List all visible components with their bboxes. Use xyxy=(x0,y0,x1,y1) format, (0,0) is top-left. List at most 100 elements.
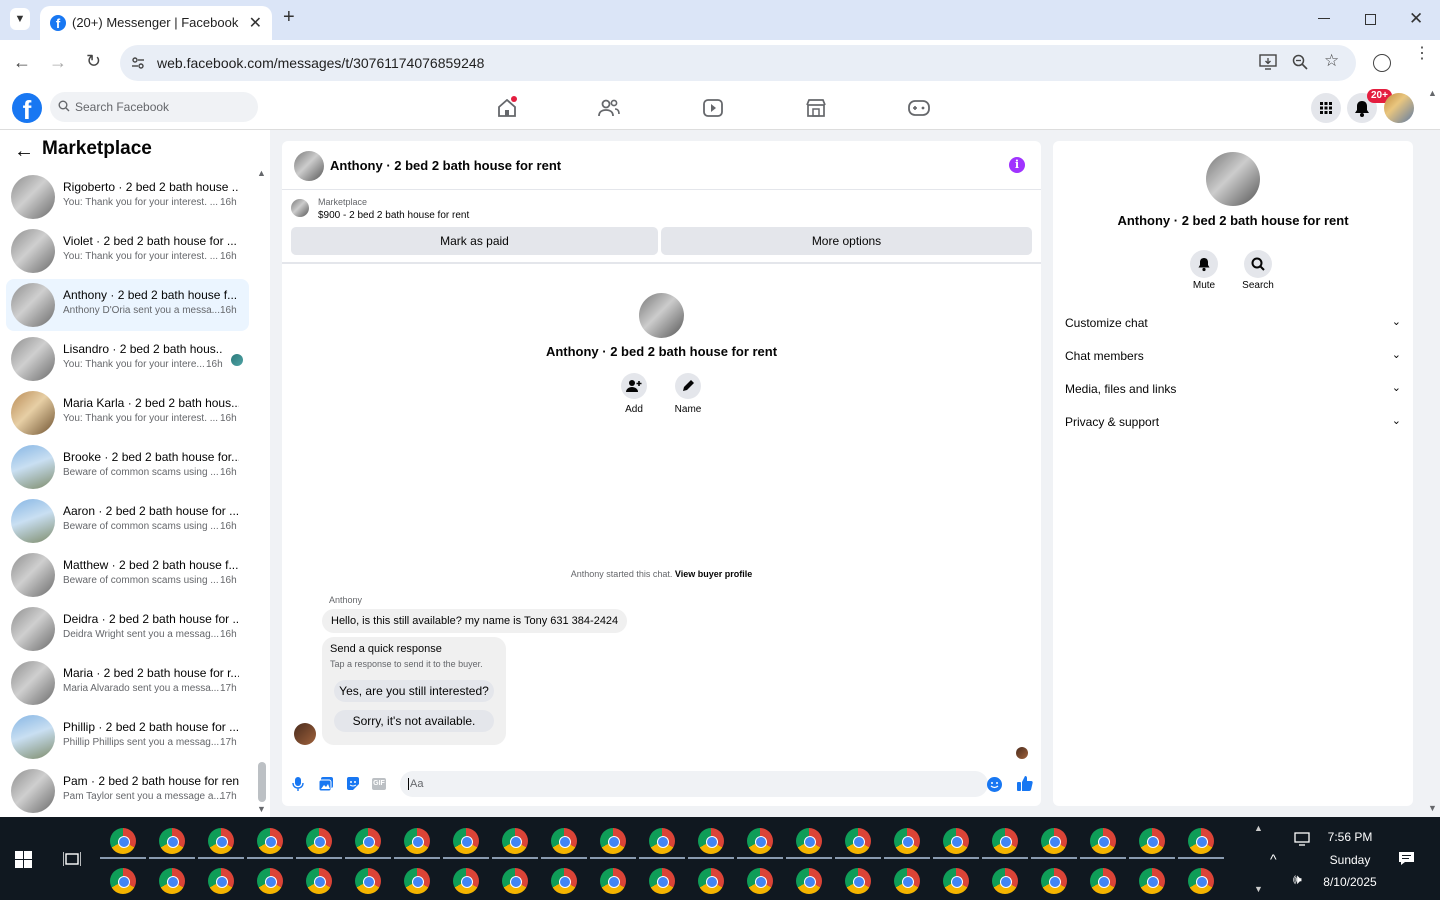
chrome-taskbar-icon[interactable] xyxy=(1090,868,1116,894)
clock-date[interactable]: 8/10/2025 xyxy=(1310,875,1390,889)
chrome-taskbar-icon[interactable] xyxy=(306,868,332,894)
message-input[interactable]: Aa xyxy=(400,771,988,797)
conversation-item[interactable]: Maria Karla · 2 bed 2 bath hous... You: … xyxy=(6,387,249,439)
view-buyer-profile-link[interactable]: View buyer profile xyxy=(675,569,752,579)
chrome-taskbar-icon[interactable] xyxy=(943,868,969,894)
chrome-taskbar-icon[interactable] xyxy=(453,828,479,854)
chrome-taskbar-icon[interactable] xyxy=(502,868,528,894)
chrome-taskbar-icon[interactable] xyxy=(208,868,234,894)
chrome-taskbar-icon[interactable] xyxy=(257,828,283,854)
chrome-taskbar-icon[interactable] xyxy=(1139,868,1165,894)
search-conversation-button[interactable] xyxy=(1244,250,1272,278)
forward-icon[interactable]: → xyxy=(49,52,67,73)
chrome-taskbar-icon[interactable] xyxy=(159,868,185,894)
chrome-taskbar-icon[interactable] xyxy=(159,828,185,854)
chat-title[interactable]: Anthony · 2 bed 2 bath house for rent xyxy=(330,158,561,173)
chrome-taskbar-icon[interactable] xyxy=(845,828,871,854)
gaming-icon[interactable] xyxy=(908,100,930,116)
chrome-taskbar-icon[interactable] xyxy=(698,828,724,854)
mute-button[interactable] xyxy=(1190,250,1218,278)
page-scroll-up-icon[interactable]: ▲ xyxy=(1428,88,1437,98)
clock-day[interactable]: Sunday xyxy=(1310,853,1390,867)
chrome-taskbar-icon[interactable] xyxy=(110,828,136,854)
chrome-taskbar-icon[interactable] xyxy=(1188,828,1214,854)
emoji-icon[interactable] xyxy=(987,777,1002,792)
chat-members-section[interactable]: Chat members ⌄ xyxy=(1065,349,1401,369)
task-view-icon[interactable] xyxy=(63,851,81,867)
chrome-taskbar-icon[interactable] xyxy=(796,868,822,894)
chrome-taskbar-icon[interactable] xyxy=(110,868,136,894)
restore-icon[interactable] xyxy=(1365,14,1376,25)
chat-header-avatar[interactable] xyxy=(294,151,324,181)
chrome-taskbar-icon[interactable] xyxy=(747,868,773,894)
sender-avatar[interactable] xyxy=(294,723,316,745)
zoom-icon[interactable] xyxy=(1292,54,1308,70)
chrome-taskbar-icon[interactable] xyxy=(649,828,675,854)
close-window-icon[interactable]: ✕ xyxy=(1409,9,1423,29)
listing-title[interactable]: $900 - 2 bed 2 bath house for rent xyxy=(318,210,469,221)
microphone-icon[interactable] xyxy=(292,776,304,792)
conversation-item[interactable]: Rigoberto · 2 bed 2 bath house ... You: … xyxy=(6,171,249,223)
chrome-taskbar-icon[interactable] xyxy=(404,868,430,894)
install-app-icon[interactable] xyxy=(1259,54,1277,70)
conversation-item[interactable]: Lisandro · 2 bed 2 bath hous... You: Tha… xyxy=(6,333,249,385)
video-icon[interactable] xyxy=(703,99,723,117)
facebook-logo-icon[interactable]: f xyxy=(12,93,42,125)
home-icon[interactable] xyxy=(497,96,517,117)
like-thumbs-up-icon[interactable] xyxy=(1016,775,1033,792)
tab-search-icon[interactable]: ▼ xyxy=(10,8,30,30)
chrome-taskbar-icon[interactable] xyxy=(404,828,430,854)
notification-center-icon[interactable] xyxy=(1398,851,1415,866)
conversation-item-active[interactable]: Anthony · 2 bed 2 bath house f... Anthon… xyxy=(6,279,249,331)
reload-icon[interactable]: ↻ xyxy=(86,51,101,72)
menu-grid-icon[interactable] xyxy=(1311,93,1341,123)
quick-reply-yes-button[interactable]: Yes, are you still interested? xyxy=(334,680,494,702)
marketplace-icon[interactable] xyxy=(806,99,826,117)
chrome-taskbar-icon[interactable] xyxy=(355,828,381,854)
conversation-item[interactable]: Maria · 2 bed 2 bath house for r... Mari… xyxy=(6,657,249,709)
page-scroll-down-icon[interactable]: ▼ xyxy=(1428,803,1437,813)
back-arrow-icon[interactable]: ← xyxy=(14,140,34,163)
taskbar-scroll-down-icon[interactable]: ▼ xyxy=(1254,884,1263,894)
info-icon[interactable]: i xyxy=(1009,157,1025,173)
media-files-links-section[interactable]: Media, files and links ⌄ xyxy=(1065,382,1401,402)
chrome-taskbar-icon[interactable] xyxy=(1041,868,1067,894)
scroll-up-icon[interactable]: ▲ xyxy=(257,168,266,178)
gif-icon[interactable]: GIF xyxy=(372,778,386,790)
chrome-taskbar-icon[interactable] xyxy=(257,868,283,894)
chrome-taskbar-icon[interactable] xyxy=(600,868,626,894)
quick-reply-no-button[interactable]: Sorry, it's not available. xyxy=(334,710,494,732)
photo-icon[interactable] xyxy=(318,776,334,792)
chrome-taskbar-icon[interactable] xyxy=(796,828,822,854)
back-icon[interactable]: ← xyxy=(13,52,31,73)
add-person-button[interactable] xyxy=(621,373,647,399)
profile-icon[interactable] xyxy=(1373,54,1391,72)
conversation-item[interactable]: Matthew · 2 bed 2 bath house f... Beware… xyxy=(6,549,249,601)
account-avatar[interactable] xyxy=(1384,93,1414,123)
chrome-taskbar-icon[interactable] xyxy=(1188,868,1214,894)
chrome-taskbar-icon[interactable] xyxy=(600,828,626,854)
windows-start-icon[interactable] xyxy=(15,851,32,868)
scroll-down-icon[interactable]: ▼ xyxy=(257,804,266,814)
customize-chat-section[interactable]: Customize chat ⌄ xyxy=(1065,316,1401,336)
chrome-taskbar-icon[interactable] xyxy=(649,868,675,894)
clock-time[interactable]: 7:56 PM xyxy=(1310,830,1390,844)
chrome-taskbar-icon[interactable] xyxy=(894,828,920,854)
chrome-taskbar-icon[interactable] xyxy=(943,828,969,854)
edit-name-button[interactable] xyxy=(675,373,701,399)
chrome-taskbar-icon[interactable] xyxy=(1041,828,1067,854)
minimize-icon[interactable] xyxy=(1318,18,1330,19)
chrome-taskbar-icon[interactable] xyxy=(208,828,234,854)
chrome-taskbar-icon[interactable] xyxy=(502,828,528,854)
chrome-taskbar-icon[interactable] xyxy=(1139,828,1165,854)
conversation-item[interactable]: Violet · 2 bed 2 bath house for ... You:… xyxy=(6,225,249,277)
sidebar-scrollbar[interactable] xyxy=(258,762,266,802)
volume-icon[interactable]: 🕪 xyxy=(1293,871,1302,888)
chrome-taskbar-icon[interactable] xyxy=(551,868,577,894)
bookmark-star-icon[interactable]: ☆ xyxy=(1324,51,1339,71)
new-tab-icon[interactable]: + xyxy=(283,6,295,29)
mark-as-paid-button[interactable]: Mark as paid xyxy=(291,227,658,255)
chrome-taskbar-icon[interactable] xyxy=(1090,828,1116,854)
more-options-button[interactable]: More options xyxy=(661,227,1032,255)
conversation-item[interactable]: Brooke · 2 bed 2 bath house for... Bewar… xyxy=(6,441,249,493)
